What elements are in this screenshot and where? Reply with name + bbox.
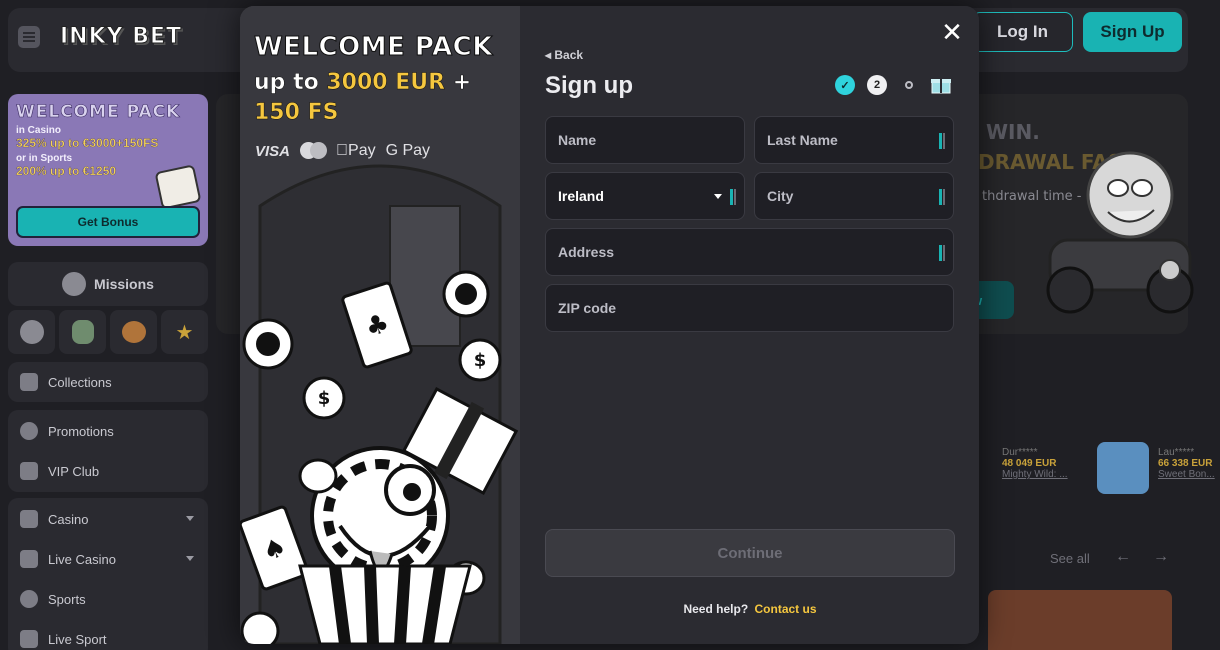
autofill-icon[interactable] [939,245,945,261]
check-icon: ✓ [835,75,855,95]
dice-icon [20,550,38,568]
mission-tile-monster[interactable] [59,310,106,354]
tiger-icon [121,321,146,343]
back-link[interactable]: ◂ Back [545,48,583,62]
google-pay-logo: G Pay [373,142,430,159]
last-name-field[interactable]: Last Name [754,116,954,164]
sidebar-item-promotions[interactable]: Promotions [20,422,114,440]
gift-icon [931,79,951,94]
promo-casino-offer: 325% up to €3000+150FS [16,136,159,150]
signup-title: Sign up [545,72,633,99]
arrow-right-icon[interactable]: → [1153,548,1191,565]
menu-icon[interactable] [18,26,40,48]
chevron-down-icon[interactable] [186,516,194,521]
autofill-icon[interactable] [939,133,945,149]
sidebar-item-casino[interactable]: Casino [20,510,196,528]
car-mascot-illustration [1046,151,1194,314]
promo-title: WELCOME PACK [16,102,181,123]
get-bonus-button[interactable]: Get Bonus [16,206,200,238]
game-card[interactable] [988,590,1172,650]
missions-label: Missions [94,276,154,292]
missions-button[interactable]: Missions [8,262,208,306]
visa-logo: VISA [255,142,291,160]
mission-tile-tiger[interactable] [110,310,157,354]
chevron-down-icon[interactable] [186,556,194,561]
continue-button[interactable]: Continue [545,529,955,577]
chevron-down-icon[interactable] [714,194,722,199]
sidebar-group-games: Casino Live Casino Sports Live Sport [8,498,208,650]
apple-pay-logo: Pay [336,142,376,159]
svg-text:$: $ [474,350,487,371]
close-icon[interactable]: ✕ [940,19,964,45]
mastercard-logo [300,142,328,160]
carousel-arrows[interactable]: ←→ [1115,548,1191,566]
percent-icon [20,422,38,440]
signup-button[interactable]: Sign Up [1083,12,1182,52]
sidebar-group-promos: Promotions VIP Club [8,410,208,492]
welcome-title: WELCOME PACK [254,32,493,63]
camera-icon [20,630,38,648]
svg-text:$: $ [318,388,331,409]
robot-icon [19,320,44,344]
apple-icon:  [336,142,348,159]
promo-casino-label: in Casino [16,125,62,136]
autofill-icon[interactable] [730,189,736,205]
mission-tiles: ★ [8,310,208,354]
welcome-panel: $ $ ♣ ♠ WELCOME PACK up to 3000 EUR + 15… [240,6,520,644]
mission-tile-robot[interactable] [8,310,55,354]
promo-sports-label: or in Sports [16,153,73,164]
step-next-dot [905,81,913,89]
game-thumbnail[interactable] [1097,442,1149,494]
payment-methods: VISA Pay G Pay [255,142,430,160]
monster-icon [71,320,94,344]
welcome-subtitle: up to 3000 EUR + 150 FS [254,70,472,126]
sidebar-item-vip-club[interactable]: VIP Club [20,462,99,480]
help-row: Need help? Contact us [683,602,817,616]
city-field[interactable]: City [754,172,954,220]
sidebar-item-live-casino[interactable]: Live Casino [20,550,116,568]
welcome-promo-card[interactable]: WELCOME PACK in Casino 325% up to €3000+… [8,94,208,246]
mission-tile-star[interactable]: ★ [161,310,208,354]
zip-code-field[interactable]: ZIP code [545,284,954,332]
winner-item[interactable]: Dur***** 48 049 EUR Mighty Wild: ... [1002,447,1068,480]
sidebar-item-collections[interactable]: Collections [8,362,208,402]
crown-icon [20,462,38,480]
bookmark-icon [20,373,38,391]
contact-us-link[interactable]: Contact us [755,602,817,616]
sidebar-item-sports[interactable]: Sports [20,590,86,608]
country-select[interactable]: Ireland [545,172,745,220]
name-field[interactable]: Name [545,116,745,164]
arrow-left-icon[interactable]: ← [1115,548,1153,565]
logo[interactable]: INKY BET [59,24,182,50]
step-indicator: ✓ 2 [835,75,951,95]
winner-item[interactable]: Lau***** 66 338 EUR Sweet Bon... [1158,447,1215,480]
address-field[interactable]: Address [545,228,954,276]
see-all-link[interactable]: See all [1050,551,1090,566]
dice-icon [154,164,202,210]
caret-left-icon: ◂ [545,48,552,62]
casino-chip-icon [20,510,38,528]
ball-icon [20,590,38,608]
sidebar-item-live-sport[interactable]: Live Sport [20,630,107,648]
robot-icon [62,272,87,296]
step-current: 2 [867,75,887,95]
star-icon: ★ [175,321,194,344]
login-button[interactable]: Log In [972,12,1073,52]
autofill-icon[interactable] [939,189,945,205]
